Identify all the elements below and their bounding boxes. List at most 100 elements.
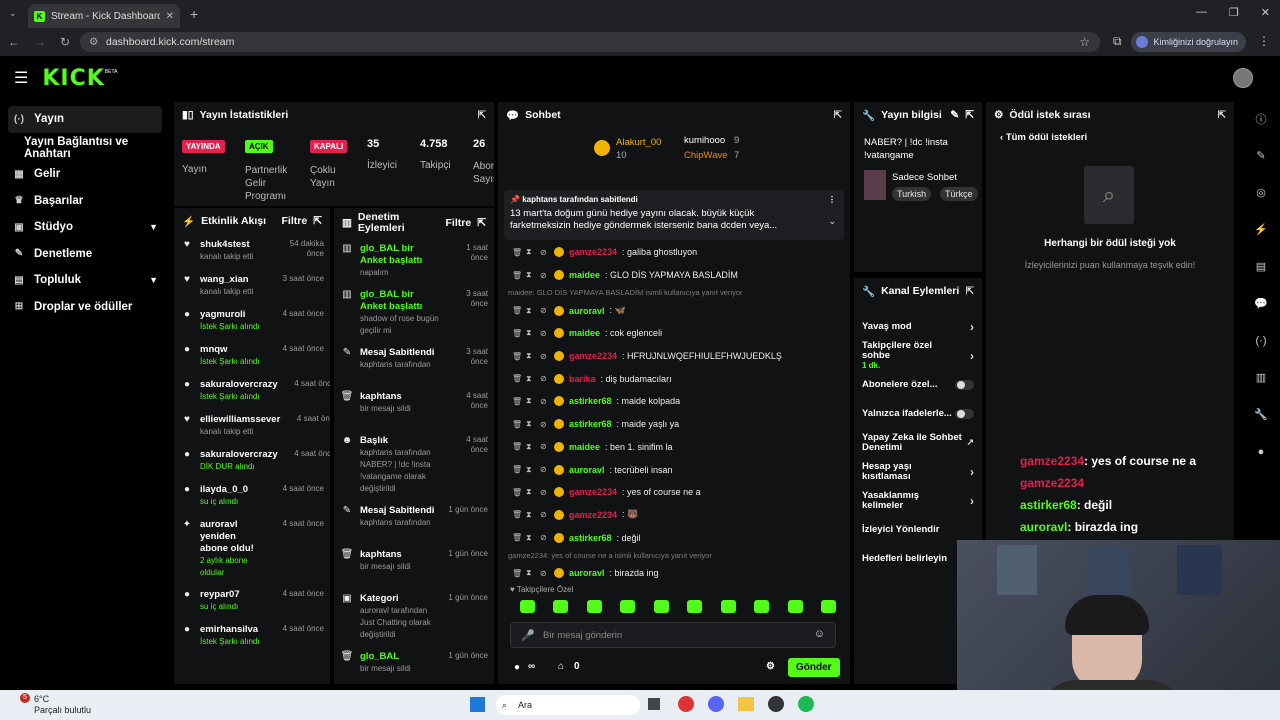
activity-user[interactable]: shuk4stest <box>200 239 266 251</box>
browser-menu-icon[interactable]: ⋮ <box>1258 34 1270 48</box>
chat-username[interactable]: auroravl <box>569 306 605 316</box>
back-link[interactable]: ‹ Tüm ödül istekleri <box>986 128 1234 147</box>
chat-username[interactable]: gamze2234 <box>569 247 617 257</box>
delete-message-icon[interactable]: 🗑 <box>512 465 522 474</box>
delete-message-icon[interactable]: 🗑 <box>512 442 522 451</box>
bookmark-star-icon[interactable]: ☆ <box>1079 32 1090 52</box>
emote-icon[interactable] <box>620 600 636 613</box>
ban-icon[interactable]: ⊘ <box>540 374 549 383</box>
filter-button[interactable]: Filtre <box>282 215 308 227</box>
delete-message-icon[interactable]: 🗑 <box>512 533 522 542</box>
popout-icon[interactable]: ⇱ <box>478 110 486 121</box>
ban-icon[interactable]: ⊘ <box>540 271 549 280</box>
chat-username[interactable]: gamze2234 <box>569 351 617 361</box>
emote-icon[interactable] <box>586 600 602 613</box>
toggle-switch[interactable] <box>955 379 974 390</box>
sidebar-item-yayin[interactable]: (·) Yayın <box>8 106 162 133</box>
obs-icon[interactable] <box>768 696 784 712</box>
taskbar-search[interactable]: ⌕ Ara <box>496 695 640 715</box>
delete-message-icon[interactable]: 🗑 <box>512 420 522 429</box>
moderation-icon[interactable]: ▥ <box>1242 359 1280 396</box>
ban-icon[interactable]: ⊘ <box>540 510 549 519</box>
microphone-icon[interactable]: 🎤 <box>521 629 535 642</box>
popout-icon[interactable]: ⇱ <box>477 217 486 229</box>
pencil-icon[interactable]: ✎ <box>1242 137 1280 174</box>
chat-input[interactable]: 🎤 Bir mesaj gönderin ☺ <box>510 622 836 648</box>
channel-action-item[interactable]: Yasaklanmış kelimeler › <box>854 486 982 515</box>
chevron-down-icon[interactable]: ⌄ <box>828 216 836 227</box>
extensions-icon[interactable]: ⧉ <box>1113 34 1122 49</box>
activity-user[interactable]: sakuralovercrazy <box>200 449 278 461</box>
lightning-icon[interactable]: ⚡ <box>1242 211 1280 248</box>
popout-icon[interactable]: ⇱ <box>834 110 842 121</box>
settings-gear-icon[interactable]: ⚙ <box>766 661 775 672</box>
windows-start-icon[interactable] <box>470 697 485 712</box>
category-name[interactable]: Sadece Sohbet <box>892 172 957 183</box>
delete-message-icon[interactable]: 🗑 <box>512 271 522 280</box>
taskview-icon[interactable] <box>648 698 660 710</box>
channel-action-item[interactable]: Hesap yaşı kısıtlaması › <box>854 457 982 486</box>
send-button[interactable]: Gönder <box>788 658 840 677</box>
timeout-icon[interactable]: ⧗ <box>526 419 535 429</box>
weather-label[interactable]: Parçalı bulutlu <box>34 705 91 715</box>
points-icon[interactable]: ● <box>514 662 520 673</box>
ban-icon[interactable]: ⊘ <box>540 488 549 497</box>
profile-button[interactable]: Kimliğinizi doğrulayın <box>1131 32 1246 52</box>
filter-button[interactable]: Filtre <box>446 217 472 229</box>
ban-icon[interactable]: ⊘ <box>540 352 549 361</box>
hamburger-menu-icon[interactable]: ☰ <box>14 68 28 88</box>
chat-username[interactable]: auroravl <box>569 465 605 475</box>
capture-icon[interactable]: ◎ <box>1242 174 1280 211</box>
ban-icon[interactable]: ⊘ <box>540 442 549 451</box>
timeout-icon[interactable]: ⧗ <box>526 487 535 497</box>
rewards-icon[interactable]: ● <box>1242 433 1280 470</box>
activity-user[interactable]: yagmuroli <box>200 309 266 321</box>
weather-temp[interactable]: 6°C <box>34 694 49 704</box>
reload-icon[interactable]: ↻ <box>60 35 70 49</box>
timeout-icon[interactable]: ⧗ <box>526 396 535 406</box>
timeout-icon[interactable]: ⧗ <box>526 306 535 316</box>
close-tab-icon[interactable]: ✕ <box>166 11 174 22</box>
pin-options-icon[interactable]: ⋮ <box>828 195 836 204</box>
user-avatar[interactable] <box>1233 68 1253 88</box>
emote-icon[interactable] <box>553 600 569 613</box>
layout-icon[interactable]: ▤ <box>1242 248 1280 285</box>
timeout-icon[interactable]: ⧗ <box>526 510 535 520</box>
activity-user[interactable]: wang_xian <box>200 274 266 286</box>
maximize-icon[interactable]: ❐ <box>1229 6 1239 19</box>
emote-icon[interactable] <box>653 600 669 613</box>
delete-message-icon[interactable]: 🗑 <box>512 397 522 406</box>
info-icon[interactable]: ⓘ <box>1242 100 1280 137</box>
sidebar-item-basarilar[interactable]: ♛ Başarılar <box>0 188 170 215</box>
activity-user[interactable]: emirhansilva <box>200 624 266 636</box>
sidebar-item-gelir[interactable]: ▦ Gelir <box>0 161 170 188</box>
activity-user[interactable]: ilayda_0_0 <box>200 484 266 496</box>
chat-username[interactable]: maidee <box>569 442 600 452</box>
channel-action-item[interactable]: Abonelere özel... <box>854 370 982 399</box>
popout-icon[interactable]: ⇱ <box>313 215 322 227</box>
browser-tab[interactable]: K Stream - Kick Dashboard ✕ <box>28 4 180 28</box>
timeout-icon[interactable]: ⧗ <box>526 533 535 543</box>
emote-icon[interactable] <box>820 600 836 613</box>
timeout-icon[interactable]: ⧗ <box>526 442 535 452</box>
activity-user[interactable]: auroravl yeniden abone oldu! <box>200 519 266 555</box>
kick-logo[interactable]: KICK <box>42 66 104 91</box>
ban-icon[interactable]: ⊘ <box>540 420 549 429</box>
channel-action-item[interactable]: Takipçilere özel sohbe 1 dk. › <box>854 340 982 370</box>
chat-username[interactable]: astirker68 <box>569 396 612 406</box>
wrench-icon[interactable]: 🔧 <box>1242 396 1280 433</box>
channel-action-item[interactable]: Yalnızca ifadelerle... <box>854 399 982 428</box>
chat-bubble-icon[interactable]: 💬 <box>1242 285 1280 322</box>
chat-username[interactable]: barika <box>569 374 596 384</box>
delete-message-icon[interactable]: 🗑 <box>512 374 522 383</box>
sidebar-item-topluluk[interactable]: ▤ Topluluk ▼ <box>0 267 170 294</box>
timeout-icon[interactable]: ⧗ <box>526 270 535 280</box>
tab-list-icon[interactable]: ⌄ <box>9 8 17 19</box>
ban-icon[interactable]: ⊘ <box>540 465 549 474</box>
activity-user[interactable]: elliewilliamssever <box>200 414 280 426</box>
timeout-icon[interactable]: ⧗ <box>526 568 535 578</box>
sidebar-item-stream-key[interactable]: Yayın Bağlantısı ve Anahtarı <box>0 135 170 162</box>
timeout-icon[interactable]: ⧗ <box>526 465 535 475</box>
channel-action-item[interactable]: Yavaş mod › <box>854 312 982 341</box>
ban-icon[interactable]: ⊘ <box>540 397 549 406</box>
